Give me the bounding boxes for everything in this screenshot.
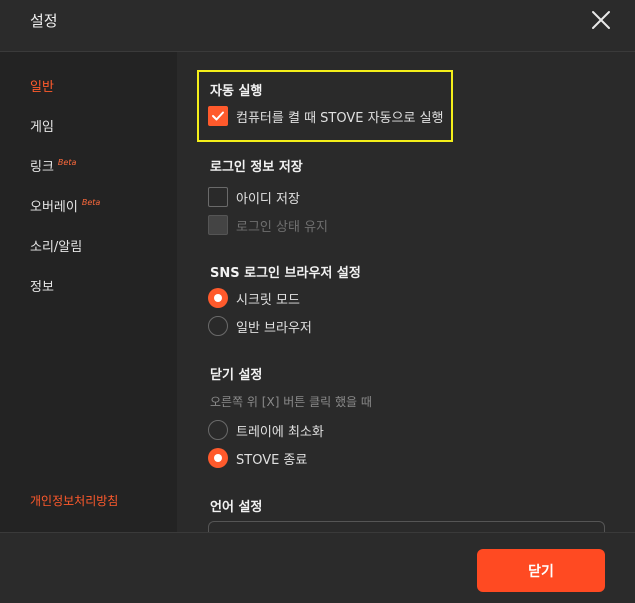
close-setting-section-title: 닫기 설정: [210, 368, 263, 383]
checkbox[interactable]: [208, 187, 228, 207]
sidebar-item-label: 링크: [30, 160, 54, 175]
exit-stove-option[interactable]: STOVE 종료: [208, 447, 307, 469]
checkbox: [208, 215, 228, 235]
sidebar-item-label: 소리/알림: [30, 240, 83, 255]
minimize-to-tray-label: 트레이에 최소화: [236, 424, 324, 440]
dialog-title: 설정: [30, 12, 58, 30]
save-id-label: 아이디 저장: [236, 191, 300, 207]
language-select[interactable]: [208, 521, 605, 532]
save-id-option[interactable]: 아이디 저장: [208, 186, 300, 208]
keep-login-label: 로그인 상태 유지: [236, 219, 328, 235]
close-icon[interactable]: [589, 8, 613, 32]
language-section-title: 언어 설정: [210, 500, 263, 515]
sidebar-item-link[interactable]: 링크 Beta: [30, 156, 76, 175]
radio-button[interactable]: [208, 316, 228, 336]
sidebar-item-general[interactable]: 일반: [30, 76, 54, 95]
autorun-option-label: 컴퓨터를 켤 때 STOVE 자동으로 실행: [236, 110, 444, 126]
sidebar-item-label: 정보: [30, 280, 54, 295]
sidebar-item-info[interactable]: 정보: [30, 276, 54, 295]
minimize-to-tray-option[interactable]: 트레이에 최소화: [208, 419, 324, 441]
close-button[interactable]: 닫기: [477, 549, 605, 592]
radio-button[interactable]: [208, 448, 228, 468]
privacy-policy-link[interactable]: 개인정보처리방침: [30, 492, 118, 509]
check-icon: [212, 111, 224, 121]
radio-button[interactable]: [208, 288, 228, 308]
sidebar-item-sound-notification[interactable]: 소리/알림: [30, 236, 82, 255]
settings-sidebar: 일반 게임 링크 Beta 오버레이 Beta 소리/알림 정보 개인정보처리방침: [0, 52, 177, 532]
close-setting-description: 오른쪽 위 [X] 버튼 클릭 했을 때: [210, 395, 372, 409]
sns-browser-section-title: SNS 로그인 브라우저 설정: [210, 266, 361, 281]
secret-mode-label: 시크릿 모드: [236, 292, 300, 308]
beta-badge: Beta: [57, 158, 77, 167]
sidebar-item-overlay[interactable]: 오버레이 Beta: [30, 196, 100, 215]
sidebar-item-label: 일반: [30, 80, 54, 95]
sidebar-item-label: 게임: [30, 120, 54, 135]
keep-login-option: 로그인 상태 유지: [208, 214, 328, 236]
exit-stove-label: STOVE 종료: [236, 452, 308, 468]
dialog-footer: 닫기: [0, 532, 635, 603]
autorun-section-title: 자동 실행: [210, 84, 263, 99]
login-info-section-title: 로그인 정보 저장: [210, 160, 303, 175]
sidebar-item-label: 오버레이: [30, 200, 78, 215]
checkbox[interactable]: [208, 106, 228, 126]
normal-browser-option[interactable]: 일반 브라우저: [208, 315, 312, 337]
secret-mode-option[interactable]: 시크릿 모드: [208, 287, 300, 309]
beta-badge: Beta: [81, 198, 101, 207]
radio-dot: [214, 294, 222, 302]
sidebar-item-game[interactable]: 게임: [30, 116, 54, 135]
settings-content: 자동 실행 컴퓨터를 켤 때 STOVE 자동으로 실행 로그인 정보 저장 아…: [177, 52, 635, 532]
radio-button[interactable]: [208, 420, 228, 440]
dialog-header: 설정: [0, 0, 635, 52]
radio-dot: [214, 454, 222, 462]
normal-browser-label: 일반 브라우저: [236, 320, 312, 336]
autorun-option[interactable]: 컴퓨터를 켤 때 STOVE 자동으로 실행: [208, 105, 444, 127]
